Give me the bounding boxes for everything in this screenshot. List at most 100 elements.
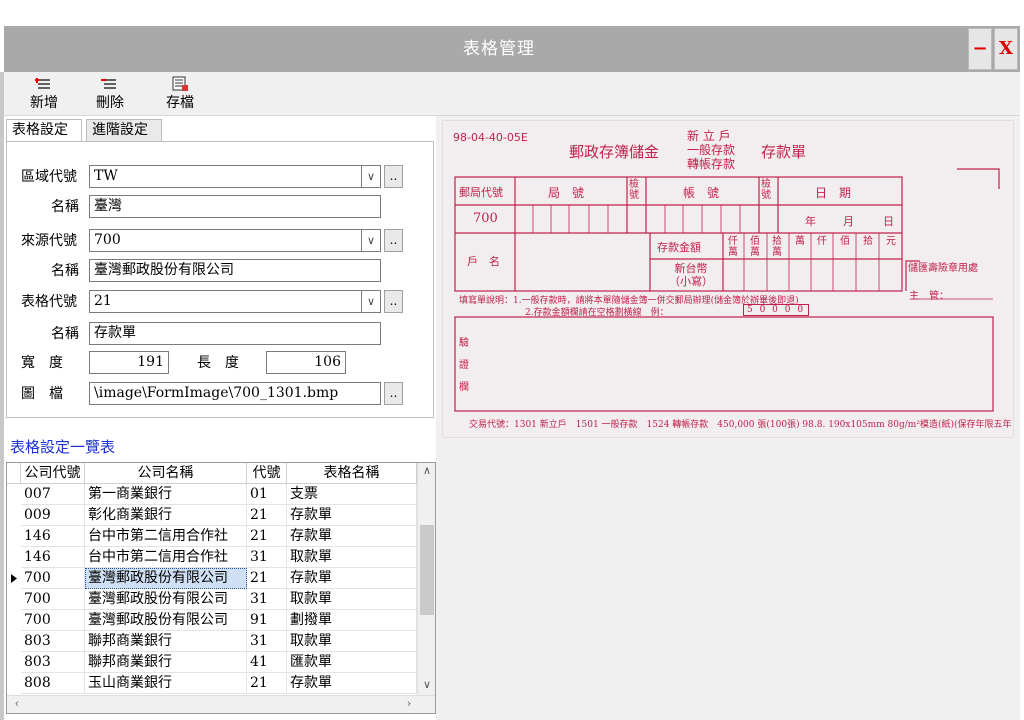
table-cell[interactable]: 台中市第二信用合作社 — [85, 547, 247, 568]
table-cell[interactable]: 彰化商業銀行 — [85, 505, 247, 526]
table-cell[interactable]: 31 — [247, 547, 287, 568]
table-cell[interactable]: 第一商業銀行 — [85, 484, 247, 505]
add-button[interactable]: 新增 — [16, 76, 72, 114]
column-header[interactable]: 公司代號 — [21, 463, 85, 484]
table-cell[interactable]: 聯邦商業銀行 — [85, 652, 247, 673]
table-cell[interactable]: 存款單 — [287, 673, 417, 694]
scroll-right-arrow-icon[interactable]: › — [401, 696, 417, 712]
table-cell[interactable]: 21 — [247, 568, 287, 589]
table-cell[interactable]: 玉山商業銀行 — [85, 673, 247, 694]
table-cell[interactable]: 取款單 — [287, 631, 417, 652]
column-header[interactable]: 表格名稱 — [287, 463, 417, 484]
table-cell[interactable]: 臺灣郵政股份有限公司 — [85, 589, 247, 610]
table-cell[interactable]: 146 — [21, 547, 85, 568]
source-browse-button[interactable]: .. — [384, 229, 403, 252]
row-header[interactable] — [7, 631, 21, 652]
region-code-select[interactable]: TW — [89, 165, 381, 188]
image-path-field[interactable]: \image\FormImage\700_1301.bmp — [89, 382, 381, 405]
table-cell[interactable]: 台中市第二信用合作社 — [85, 526, 247, 547]
row-header[interactable] — [7, 547, 21, 568]
preview-amount-label: 存款金額 — [657, 241, 701, 254]
chevron-down-icon[interactable]: ∨ — [361, 290, 381, 313]
image-browse-button[interactable]: .. — [384, 382, 403, 405]
table-cell[interactable]: 41 — [247, 652, 287, 673]
row-header[interactable] — [7, 589, 21, 610]
scroll-left-arrow-icon[interactable]: ‹ — [9, 696, 25, 712]
form-name-field[interactable]: 存款單 — [89, 322, 381, 345]
table-cell[interactable]: 21 — [247, 673, 287, 694]
form-browse-button[interactable]: .. — [384, 290, 403, 313]
table-cell[interactable]: 支票 — [287, 484, 417, 505]
table-cell[interactable]: 21 — [247, 526, 287, 547]
preview-digit-label: 拾萬 — [772, 236, 782, 258]
column-header[interactable]: 代號 — [247, 463, 287, 484]
tab-advanced-settings[interactable]: 進階設定 — [86, 119, 162, 141]
table-cell[interactable]: 取款單 — [287, 589, 417, 610]
table-cell[interactable]: 146 — [21, 526, 85, 547]
preview-digit-label: 元 — [886, 236, 896, 247]
save-label: 存檔 — [166, 95, 194, 111]
preview-form-code: 98-04-40-05E — [453, 131, 528, 144]
table-cell[interactable]: 700 — [21, 568, 85, 589]
current-row-indicator-icon[interactable] — [7, 568, 21, 589]
preview-account-label: 帳 號 — [683, 186, 720, 200]
table-cell[interactable]: 臺灣郵政股份有限公司 — [85, 610, 247, 631]
table-cell[interactable]: 01 — [247, 484, 287, 505]
horizontal-scrollbar[interactable]: ‹ › — [7, 695, 435, 713]
minimize-button[interactable]: − — [968, 28, 992, 70]
save-button[interactable]: 存檔 — [152, 76, 208, 114]
row-header[interactable] — [7, 673, 21, 694]
preview-currency-label: 新台幣 — [674, 262, 708, 275]
table-cell[interactable]: 劃撥單 — [287, 610, 417, 631]
row-header[interactable] — [7, 484, 21, 505]
preview-check-label-2: 檢號 — [761, 179, 771, 201]
form-image-preview: 98-04-40-05E 郵政存簿儲金 新 立 戶 一般存款 轉帳存款 存款單 … — [442, 120, 1014, 438]
row-header[interactable] — [7, 526, 21, 547]
column-header[interactable]: 公司名稱 — [85, 463, 247, 484]
table-cell[interactable]: 700 — [21, 610, 85, 631]
width-field[interactable]: 191 — [89, 351, 169, 374]
table-cell[interactable]: 存款單 — [287, 568, 417, 589]
window-left-border — [0, 72, 4, 720]
region-name-field[interactable]: 臺灣 — [89, 195, 381, 218]
close-button[interactable]: X — [994, 28, 1018, 70]
table-cell[interactable]: 21 — [247, 505, 287, 526]
source-code-select[interactable]: 700 — [89, 229, 381, 252]
preview-header: 郵政存簿儲金 — [569, 143, 660, 161]
table-cell[interactable]: 808 — [21, 673, 85, 694]
table-cell[interactable]: 聯邦商業銀行 — [85, 631, 247, 652]
preview-digit-label: 仟 — [817, 236, 827, 247]
table-cell[interactable]: 存款單 — [287, 526, 417, 547]
table-cell[interactable]: 匯款單 — [287, 652, 417, 673]
row-header[interactable] — [7, 652, 21, 673]
image-label: 圖 檔 — [21, 386, 63, 402]
scroll-up-arrow-icon[interactable]: ∧ — [419, 463, 435, 479]
table-cell[interactable]: 存款單 — [287, 505, 417, 526]
table-cell[interactable]: 009 — [21, 505, 85, 526]
vertical-scroll-thumb[interactable] — [420, 525, 434, 615]
delete-label: 刪除 — [96, 95, 124, 111]
table-cell[interactable]: 700 — [21, 589, 85, 610]
length-field[interactable]: 106 — [266, 351, 346, 374]
row-header[interactable] — [7, 505, 21, 526]
form-code-select[interactable]: 21 — [89, 290, 381, 313]
preview-verify-label: 驗 — [459, 338, 469, 349]
scroll-down-arrow-icon[interactable]: ∨ — [419, 677, 435, 693]
region-browse-button[interactable]: .. — [384, 165, 403, 188]
vertical-scrollbar[interactable]: ∧ ∨ — [417, 463, 435, 695]
table-cell[interactable]: 803 — [21, 652, 85, 673]
delete-button[interactable]: 刪除 — [82, 76, 138, 114]
table-cell[interactable]: 31 — [247, 589, 287, 610]
table-cell[interactable]: 007 — [21, 484, 85, 505]
table-cell[interactable]: 31 — [247, 631, 287, 652]
row-header[interactable] — [7, 610, 21, 631]
table-cell[interactable]: 803 — [21, 631, 85, 652]
table-cell[interactable]: 臺灣郵政股份有限公司 — [85, 568, 247, 589]
table-cell[interactable]: 取款單 — [287, 547, 417, 568]
preview-digit-label: 仟萬 — [728, 236, 738, 258]
table-cell[interactable]: 91 — [247, 610, 287, 631]
chevron-down-icon[interactable]: ∨ — [361, 165, 381, 188]
source-name-field[interactable]: 臺灣郵政股份有限公司 — [89, 259, 381, 282]
chevron-down-icon[interactable]: ∨ — [361, 229, 381, 252]
tab-form-settings[interactable]: 表格設定 — [6, 119, 82, 142]
